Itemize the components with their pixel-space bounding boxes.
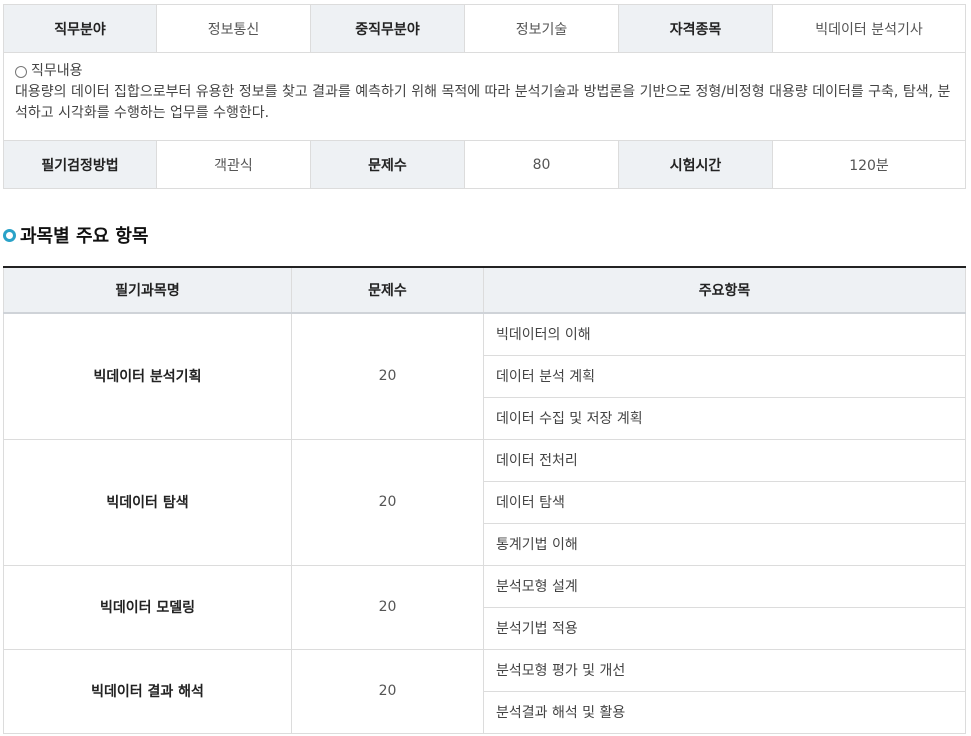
subject-item: 데이터 분석 계획 [483, 354, 966, 398]
exam-time-value: 120분 [772, 140, 966, 189]
subject-name: 빅데이터 모델링 [3, 564, 292, 650]
table-row: 빅데이터 모델링 20 분석모형 설계 [3, 564, 966, 650]
info-row-exam: 필기검정방법 객관식 문제수 80 시험시간 120분 [3, 140, 966, 189]
job-description-heading: 직무내용 [15, 61, 953, 82]
ring-bullet-icon [3, 228, 16, 242]
info-row-description: 직무내용 대용량의 데이터 집합으로부터 유용한 정보를 찾고 결과를 예측하기… [3, 52, 966, 141]
subject-question-count: 20 [291, 564, 484, 650]
subject-name: 빅데이터 결과 해석 [3, 648, 292, 734]
subject-item: 빅데이터의 이해 [483, 312, 966, 356]
job-field-value: 정보통신 [156, 4, 311, 53]
subject-item: 데이터 탐색 [483, 480, 966, 524]
subject-item: 분석기법 적용 [483, 606, 966, 650]
job-description-text: 대용량의 데이터 집합으로부터 유용한 정보를 찾고 결과를 예측하기 위해 목… [15, 84, 951, 121]
subject-item: 통계기법 이해 [483, 522, 966, 566]
sub-job-field-value: 정보기술 [464, 4, 619, 53]
subject-item: 데이터 전처리 [483, 438, 966, 482]
subject-item: 데이터 수집 및 저장 계획 [483, 396, 966, 440]
column-header-subject: 필기과목명 [3, 266, 292, 314]
subject-name: 빅데이터 분석기획 [3, 312, 292, 440]
subjects-table-header: 필기과목명 문제수 주요항목 [3, 266, 966, 314]
job-field-label: 직무분야 [3, 4, 157, 53]
subject-item: 분석모형 평가 및 개선 [483, 648, 966, 692]
column-header-items: 주요항목 [483, 266, 966, 314]
table-row: 빅데이터 분석기획 20 빅데이터의 이해 [3, 312, 966, 440]
exam-method-value: 객관식 [156, 140, 311, 189]
job-description-cell: 직무내용 대용량의 데이터 집합으로부터 유용한 정보를 찾고 결과를 예측하기… [3, 52, 966, 141]
sub-job-field-label: 중직무분야 [310, 4, 465, 53]
subjects-table: 필기과목명 문제수 주요항목 빅데이터 분석기획 20 빅데이터의 이해 데이터… [3, 266, 966, 734]
subject-name: 빅데이터 탐색 [3, 438, 292, 566]
subject-item: 분석모형 설계 [483, 564, 966, 608]
subject-question-count: 20 [291, 312, 484, 440]
question-count-value: 80 [464, 140, 619, 189]
exam-info-table: 직무분야 정보통신 중직무분야 정보기술 자격종목 빅데이터 분석기사 직무내용… [3, 4, 966, 189]
qualification-label: 자격종목 [618, 4, 773, 53]
column-header-count: 문제수 [291, 266, 484, 314]
question-count-label: 문제수 [310, 140, 465, 189]
table-row: 빅데이터 결과 해석 20 분석모형 평가 및 개선 [3, 648, 966, 734]
exam-method-label: 필기검정방법 [3, 140, 157, 189]
info-row-field: 직무분야 정보통신 중직무분야 정보기술 자격종목 빅데이터 분석기사 [3, 4, 966, 53]
circle-bullet-icon [15, 65, 27, 78]
section-heading: 과목별 주요 항목 [3, 222, 148, 248]
subjects-table-body: 빅데이터 분석기획 20 빅데이터의 이해 데이터 분석 계획 데이터 수집 및… [3, 312, 966, 734]
section-title: 과목별 주요 항목 [20, 226, 149, 247]
table-row: 빅데이터 탐색 20 데이터 전처리 [3, 438, 966, 566]
subject-item: 분석결과 해석 및 활용 [483, 690, 966, 734]
exam-time-label: 시험시간 [618, 140, 773, 189]
subject-question-count: 20 [291, 648, 484, 734]
subject-question-count: 20 [291, 438, 484, 566]
job-description-title: 직무내용 [31, 63, 83, 79]
qualification-value: 빅데이터 분석기사 [772, 4, 966, 53]
